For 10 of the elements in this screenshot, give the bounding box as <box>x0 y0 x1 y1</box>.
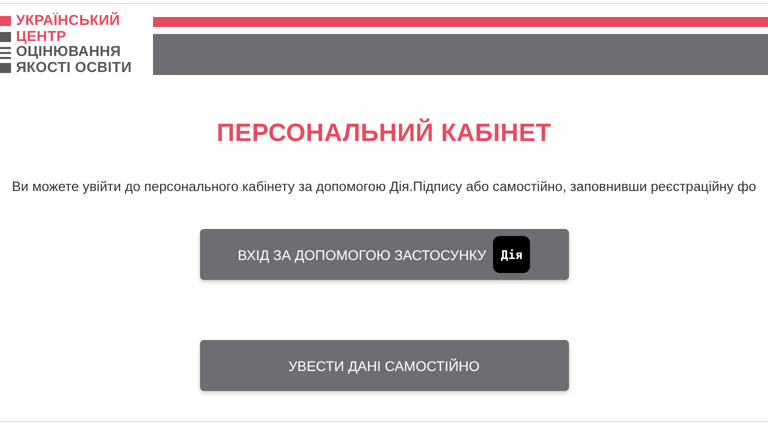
app-logo: Дія <box>493 236 530 273</box>
logo-text: ОЦІНЮВАННЯ <box>16 45 122 60</box>
app-login-button[interactable]: ВХІД ЗА ДОПОМОГОЮ ЗАСТОСУНКУ Дія <box>200 229 568 280</box>
logo-text: ЯКОСТІ ОСВІТИ <box>16 60 132 76</box>
intro-text: Ви можете увійти до персонального кабінету за допомогою Дія.Підпису або самостійно, заповнивши реєстраційну фо <box>12 179 756 194</box>
manual-entry-button[interactable]: УВЕСТИ ДАНІ САМОСТІЙНО <box>200 340 568 391</box>
logo-text: УКРАЇНСЬКИЙ <box>16 14 121 30</box>
page-title: ПЕРСОНАЛЬНИЙ КАБІНЕТ <box>216 119 552 148</box>
logo-icon <box>0 14 11 73</box>
logo-text: ЦЕНТР <box>16 30 68 45</box>
